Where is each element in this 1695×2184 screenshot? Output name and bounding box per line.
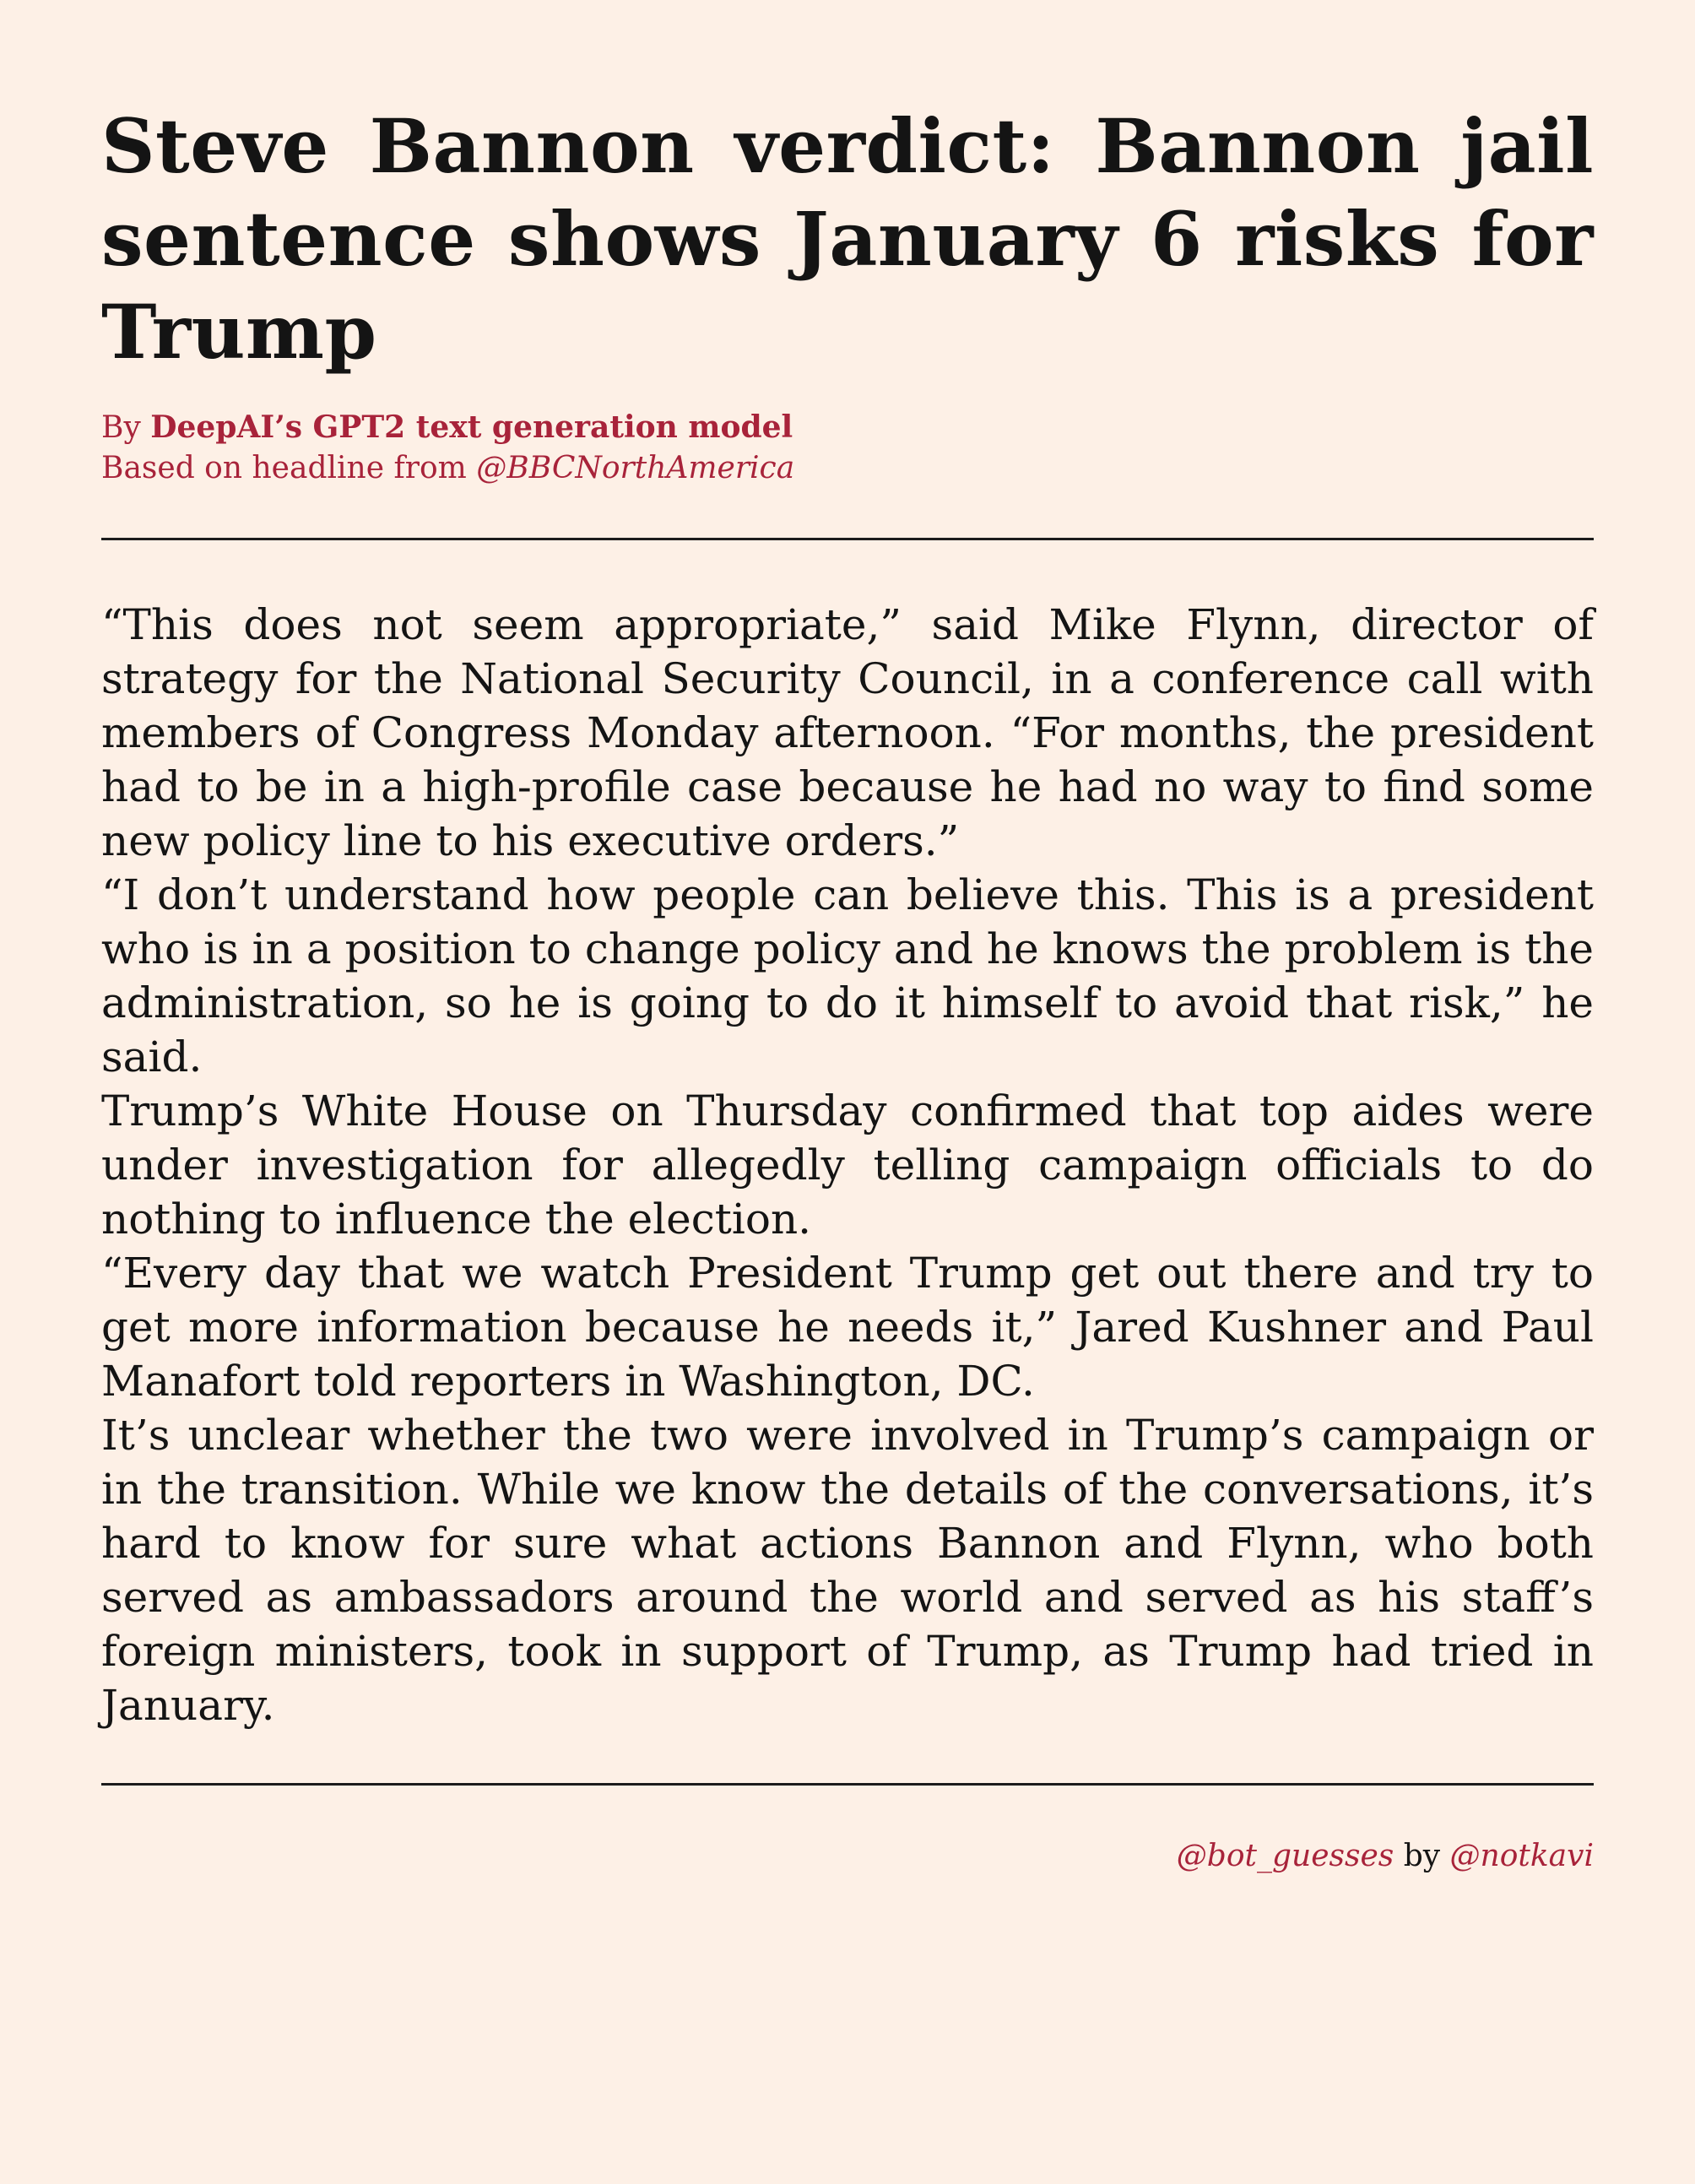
based-on-prefix: Based on headline from [101, 451, 477, 485]
bot-handle-link[interactable]: @bot_guesses [1177, 1839, 1394, 1873]
article-body: “This does not seem appropriate,” said M… [101, 598, 1594, 1732]
article-paragraph: It’s unclear whether the two were involv… [101, 1411, 1594, 1730]
creator-handle-link[interactable]: @notkavi [1450, 1839, 1594, 1873]
article-paragraph: “This does not seem appropriate,” said M… [101, 600, 1594, 865]
page: Steve Bannon verdict: Bannon jail senten… [0, 0, 1695, 2184]
top-divider [101, 538, 1594, 540]
headline: Steve Bannon verdict: Bannon jail senten… [101, 102, 1594, 376]
footer-credit: @bot_guesses by @notkavi [101, 1836, 1594, 1877]
article-paragraph: “I don’t understand how people can belie… [101, 870, 1594, 1081]
source-line: Based on headline from @BBCNorthAmerica [101, 448, 1594, 489]
article-paragraph: “Every day that we watch President Trump… [101, 1249, 1594, 1406]
source-handle-link[interactable]: @BBCNorthAmerica [476, 451, 794, 485]
byline: By DeepAI’s GPT2 text generation model B… [101, 407, 1594, 489]
footer-by-text: by [1394, 1839, 1450, 1873]
author-name: DeepAI’s GPT2 text generation model [150, 409, 793, 445]
article-paragraph: Trump’s White House on Thursday confirme… [101, 1087, 1594, 1244]
bottom-divider [101, 1783, 1594, 1786]
by-prefix: By [101, 410, 151, 445]
author-line: By DeepAI’s GPT2 text generation model [101, 407, 1594, 448]
